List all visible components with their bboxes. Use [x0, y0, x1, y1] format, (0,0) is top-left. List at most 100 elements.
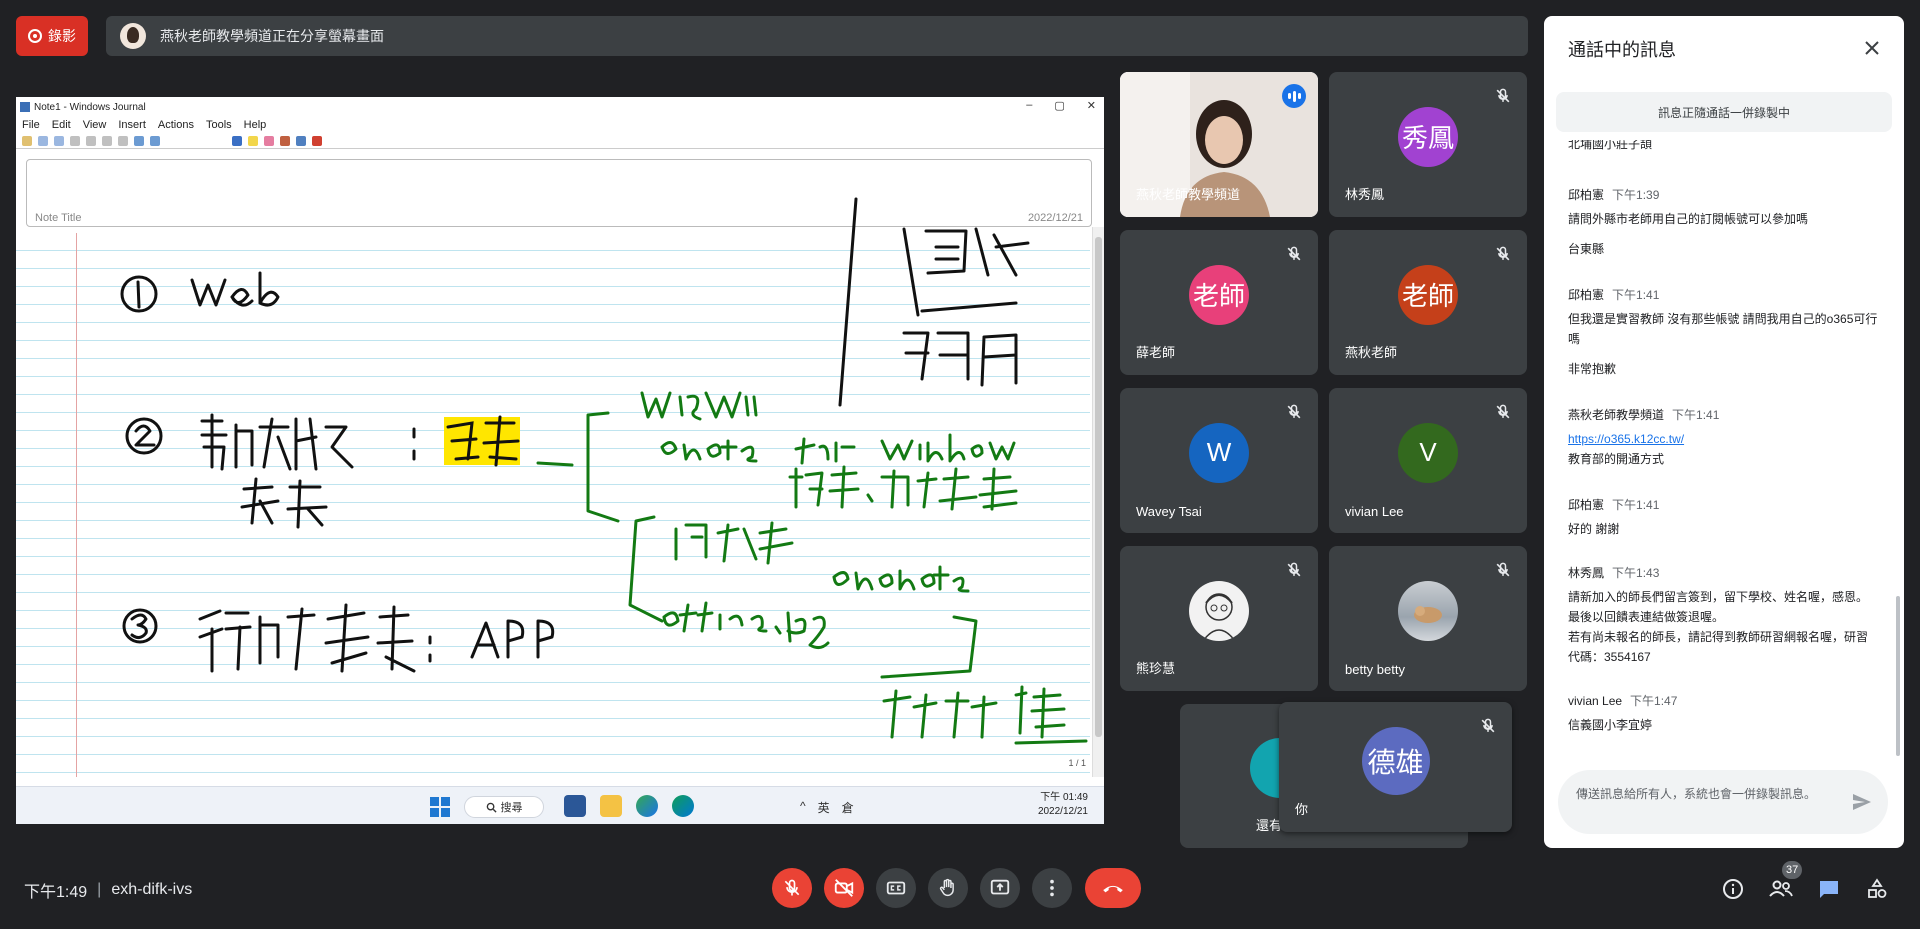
shared-screen: Note1 - Windows Journal – ▢ ✕ File Edit … — [16, 97, 1104, 824]
chat-message: 邱柏憲 下午1:39 請問外縣市老師用自己的訂閱帳號可以參加嗎 台東縣 — [1568, 186, 1878, 259]
send-icon[interactable] — [1850, 790, 1874, 814]
chat-icon — [1820, 881, 1838, 898]
message-text: 若有尚未報名的師長，請記得到教師研習網報名喔，研習代碼：3554167 — [1568, 630, 1869, 664]
participant-tile-betty[interactable]: betty betty — [1329, 546, 1527, 691]
record-icon — [28, 29, 42, 43]
tray-lang-en: 英 — [817, 801, 830, 815]
people-icon — [1769, 880, 1793, 897]
message-text: 教育部的開通方式 — [1568, 452, 1665, 466]
chat-partial-message: 北埔國小莊子頡 — [1568, 140, 1878, 154]
message-text: 請問外縣市老師用自己的訂閱帳號可以參加嗎 — [1568, 212, 1809, 226]
more-vert-icon — [1050, 879, 1054, 897]
participant-tile-xiong[interactable]: 熊珍慧 — [1120, 546, 1318, 691]
message-link[interactable]: https://o365.k12cc.tw/ — [1568, 429, 1878, 449]
taskbar-time: 下午 01:49 — [1040, 792, 1088, 803]
divider: | — [97, 881, 102, 898]
videocam-off-icon — [834, 879, 854, 897]
speaking-indicator-icon — [1282, 84, 1306, 108]
presenter-avatar — [120, 23, 146, 49]
participant-tile-xue[interactable]: 老師 薛老師 — [1120, 230, 1318, 375]
participant-tile-lin-xiufeng[interactable]: 秀鳳 林秀鳳 — [1329, 72, 1527, 217]
self-label: 你 — [1295, 802, 1309, 817]
mic-toggle-button[interactable] — [772, 868, 812, 908]
mic-off-icon — [1496, 246, 1510, 261]
avatar — [1189, 580, 1249, 641]
participant-tile-presenter[interactable]: 燕秋老師教學頻道 — [1120, 72, 1318, 217]
message-time: 下午1:41 — [1672, 408, 1720, 422]
recording-notice: 訊息正隨通話一併錄製中 — [1556, 92, 1892, 132]
cc-icon — [886, 881, 906, 895]
avatar: V — [1398, 422, 1458, 483]
activities-button[interactable] — [1864, 876, 1890, 902]
avatar — [1398, 580, 1458, 641]
call-end-icon — [1103, 885, 1123, 893]
taskbar-search: 搜尋 — [464, 796, 544, 818]
meeting-code: exh-difk-ivs — [111, 881, 193, 898]
people-button[interactable] — [1768, 876, 1794, 902]
participant-name: 林秀鳳 — [1345, 187, 1385, 202]
current-time: 下午1:49 — [24, 884, 88, 901]
camera-toggle-button[interactable] — [824, 868, 864, 908]
message-time: 下午1:41 — [1612, 288, 1660, 302]
mic-off-icon — [1287, 246, 1301, 261]
participant-name: 熊珍慧 — [1136, 661, 1176, 676]
self-view-tile[interactable]: 德雄 你 — [1279, 702, 1512, 832]
screen-share-banner: 燕秋老師教學頻道正在分享螢幕畫面 — [106, 16, 1528, 56]
edge-icon — [672, 795, 694, 817]
mic-off-icon — [1287, 404, 1301, 419]
participant-tile-yanqiu[interactable]: 老師 燕秋老師 — [1329, 230, 1527, 375]
recording-indicator[interactable]: 錄影 — [16, 16, 88, 56]
message-text: 台東縣 — [1568, 242, 1605, 256]
message-sender: 燕秋老師教學頻道 — [1568, 408, 1665, 422]
message-text: 北埔國小莊子頡 — [1568, 140, 1653, 151]
chat-input[interactable]: 傳送訊息給所有人，系統也會一併錄製訊息。 — [1558, 770, 1888, 834]
chat-message: vivian Lee 下午1:47 信義國小李宜婷 — [1568, 692, 1878, 735]
chat-title: 通話中的訊息 — [1568, 40, 1676, 60]
message-text: 但我還是實習教師 沒有那些帳號 請問我用自己的o365可行嗎 — [1568, 312, 1878, 346]
message-time: 下午1:47 — [1630, 694, 1678, 708]
end-call-button[interactable] — [1085, 868, 1141, 908]
message-sender: 邱柏憲 — [1568, 288, 1605, 302]
participant-name: 燕秋老師教學頻道 — [1136, 187, 1241, 202]
avatar: 德雄 — [1361, 727, 1430, 795]
participant-name: Wavey Tsai — [1136, 504, 1202, 519]
mic-off-icon — [1496, 562, 1510, 577]
message-sender: 邱柏憲 — [1568, 188, 1605, 202]
meeting-info: 下午1:49 | exh-difk-ivs — [24, 878, 192, 902]
meeting-details-button[interactable] — [1720, 876, 1746, 902]
present-icon — [990, 879, 1010, 895]
participant-name: 薛老師 — [1136, 345, 1176, 360]
handwriting-ink — [120, 197, 1088, 745]
mic-off-icon — [1496, 88, 1510, 103]
message-text: 信義國小李宜婷 — [1568, 718, 1653, 732]
taskbar-date: 2022/12/21 — [1037, 806, 1088, 817]
mic-off-icon — [1481, 718, 1495, 733]
participant-tile-vivian-lee[interactable]: V vivian Lee — [1329, 388, 1527, 533]
chat-scrollbar[interactable] — [1896, 596, 1900, 756]
raise-hand-button[interactable] — [928, 868, 968, 908]
pet-photo-icon — [1414, 605, 1442, 623]
more-options-button[interactable] — [1032, 868, 1072, 908]
tray-ime: 倉 — [841, 801, 854, 815]
present-button[interactable] — [980, 868, 1020, 908]
mic-off-icon — [1496, 404, 1510, 419]
chat-button[interactable] — [1816, 876, 1842, 902]
chrome-icon — [636, 795, 658, 817]
windows-start-icon — [430, 797, 450, 817]
tray-overflow-icon: ^ — [800, 799, 806, 813]
captions-button[interactable] — [876, 868, 916, 908]
recording-label: 錄影 — [48, 28, 76, 44]
message-sender: 邱柏憲 — [1568, 498, 1605, 512]
message-text: 好的 謝謝 — [1568, 522, 1620, 536]
message-time: 下午1:39 — [1612, 188, 1660, 202]
message-sender: 林秀鳳 — [1568, 566, 1605, 580]
participant-name: betty betty — [1345, 662, 1405, 677]
participant-tile-wavey-tsai[interactable]: W Wavey Tsai — [1120, 388, 1318, 533]
close-icon[interactable] — [1860, 36, 1884, 60]
message-sender: vivian Lee — [1568, 694, 1623, 708]
avatar: 老師 — [1398, 264, 1458, 325]
share-banner-text: 燕秋老師教學頻道正在分享螢幕畫面 — [160, 28, 384, 44]
chat-message: 林秀鳳 下午1:43 請新加入的師長們留言簽到，留下學校、姓名喔，感恩。最後以回饋… — [1568, 564, 1878, 667]
chat-messages: 北埔國小莊子頡 邱柏憲 下午1:39 請問外縣市老師用自己的訂閱帳號可以參加嗎 台… — [1544, 140, 1904, 760]
avatar: 老師 — [1189, 264, 1249, 325]
